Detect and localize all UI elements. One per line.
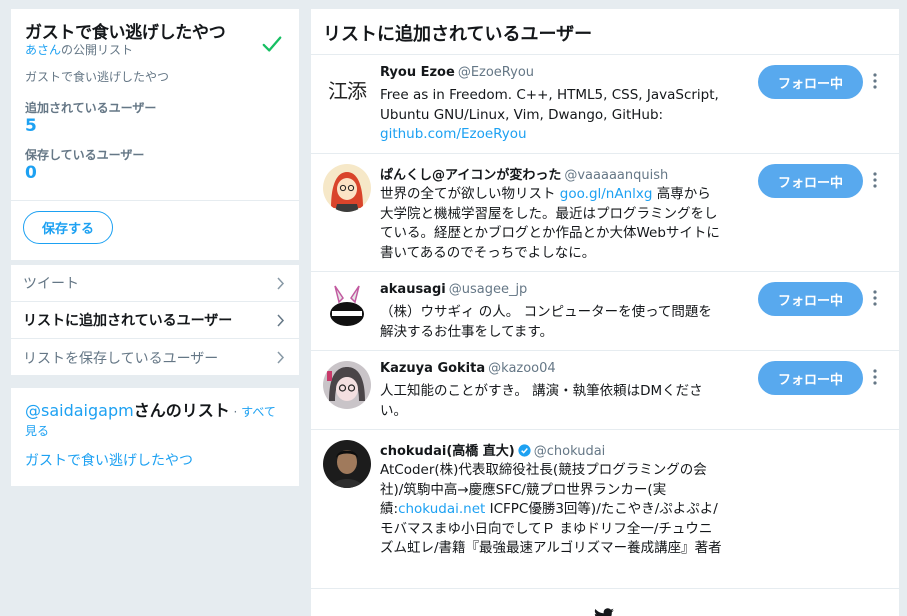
user-header: ぱんくし@アイコンが変わった @vaaaaanquish: [380, 164, 668, 183]
more-options-icon[interactable]: [867, 170, 883, 190]
user-header: akausagi @usagee_jp: [380, 282, 527, 297]
user-handle[interactable]: @kazoo04: [488, 361, 556, 376]
bio-link[interactable]: chokudai.net: [398, 501, 485, 517]
user-name[interactable]: chokudai(高橋 直大): [380, 444, 515, 459]
subscribers-label[interactable]: 保存しているユーザー: [25, 146, 144, 163]
more-options-icon[interactable]: [867, 367, 883, 387]
nav-item-label: リストに追加されているユーザー: [23, 313, 233, 329]
user-name[interactable]: Ryou Ezoe: [380, 65, 455, 80]
user-bio: 人工知能のことがすき。 講演・執筆依頼はDMください。: [380, 382, 722, 421]
avatar[interactable]: [323, 440, 371, 488]
avatar-illustration: [323, 164, 371, 212]
list-owner-suffix: の公開リスト: [61, 43, 134, 57]
user-handle[interactable]: @vaaaaanquish: [564, 168, 668, 183]
nav-item-tweets[interactable]: ツイート: [11, 265, 299, 302]
user-header: Ryou Ezoe @EzoeRyou: [380, 65, 534, 80]
list-owner: あさんの公開リスト: [25, 41, 133, 58]
divider: [11, 200, 299, 201]
bird-icon: [594, 608, 614, 616]
user-name[interactable]: ぱんくし@アイコンが変わった: [380, 168, 561, 183]
user-row[interactable]: chokudai(高橋 直大) @chokudai AtCoder(株)代表取締役…: [311, 430, 899, 589]
other-lists-card: @saidaigapmさんのリスト · すべて見る ガストで食い逃げしたやつ: [11, 388, 299, 486]
chevron-right-icon: [277, 314, 285, 327]
avatar-illustration: [323, 361, 371, 409]
check-icon: [262, 36, 282, 52]
list-description: ガストで食い逃げしたやつ: [25, 70, 170, 84]
user-bio: 世界の全てが欲しい物リスト goo.gl/nAnlxg 高専から大学院と機械学習…: [380, 185, 722, 263]
avatar[interactable]: 江添: [323, 65, 371, 113]
other-list-item[interactable]: ガストで食い逃げしたやつ: [25, 450, 193, 470]
user-header: Kazuya Gokita @kazoo04: [380, 361, 556, 376]
user-handle[interactable]: @usagee_jp: [449, 282, 528, 297]
owner-handle-link[interactable]: @saidaigapm: [25, 401, 134, 420]
verified-badge-icon: [518, 444, 531, 457]
nav-item-label: ツイート: [23, 276, 79, 292]
members-panel: リストに追加されているユーザー 江添 Ryou Ezoe @EzoeRyou Fr…: [311, 9, 899, 616]
chevron-right-icon: [277, 351, 285, 364]
more-options-icon[interactable]: [867, 71, 883, 91]
separator: ·: [229, 405, 242, 419]
nav-item-members[interactable]: リストに追加されているユーザー: [11, 302, 299, 339]
list-info-card: ガストで食い逃げしたやつ あさんの公開リスト ガストで食い逃げしたやつ 追加され…: [11, 9, 299, 260]
following-button[interactable]: フォロー中: [758, 282, 863, 316]
list-owner-link[interactable]: あさん: [25, 43, 61, 57]
other-lists-heading: @saidaigapmさんのリスト · すべて見る: [25, 402, 285, 440]
user-name[interactable]: Kazuya Gokita: [380, 361, 485, 376]
user-bio: Free as in Freedom. C++, HTML5, CSS, Jav…: [380, 86, 722, 145]
page-title: リストに追加されているユーザー: [323, 24, 593, 45]
user-row[interactable]: Kazuya Gokita @kazoo04 人工知能のことがすき。 講演・執筆依…: [311, 351, 899, 430]
avatar-text: 江添: [328, 78, 367, 103]
bio-text: Free as in Freedom. C++, HTML5, CSS, Jav…: [380, 87, 719, 123]
nav-item-label: リストを保存しているユーザー: [23, 350, 219, 367]
save-list-button[interactable]: 保存する: [23, 211, 113, 244]
following-button[interactable]: フォロー中: [758, 361, 863, 395]
user-row[interactable]: ぱんくし@アイコンが変わった @vaaaaanquish 世界の全てが欲しい物リス…: [311, 154, 899, 272]
bio-text: （株）ウサギィ の人。 コンピューターを使って問題を解決するお仕事をしてます。: [380, 304, 712, 340]
user-bio: AtCoder(株)代表取締役社長(競技プログラミングの会社)/筑駒中高→慶應S…: [380, 461, 722, 559]
user-row[interactable]: akausagi @usagee_jp （株）ウサギィ の人。 コンピューターを使…: [311, 272, 899, 351]
user-row[interactable]: 江添 Ryou Ezoe @EzoeRyou Free as in Freedom…: [311, 55, 899, 154]
user-header: chokudai(高橋 直大) @chokudai: [380, 440, 605, 459]
members-label[interactable]: 追加されているユーザー: [25, 99, 156, 116]
avatar-illustration: [323, 282, 371, 330]
user-handle[interactable]: @chokudai: [534, 444, 606, 459]
avatar[interactable]: [323, 164, 371, 212]
bio-link[interactable]: goo.gl/nAnlxg: [560, 186, 653, 202]
following-button[interactable]: フォロー中: [758, 164, 863, 198]
following-button[interactable]: フォロー中: [758, 65, 863, 99]
bio-text: 人工知能のことがすき。 講演・執筆依頼はDMください。: [380, 383, 703, 419]
list-nav: ツイート リストに追加されているユーザー リストを保存しているユーザー: [11, 265, 299, 375]
subscribers-count[interactable]: 0: [25, 163, 37, 183]
bio-text: 世界の全てが欲しい物リスト: [380, 186, 560, 202]
avatar-photo: [323, 440, 371, 488]
chevron-right-icon: [277, 277, 285, 290]
user-bio: （株）ウサギィ の人。 コンピューターを使って問題を解決するお仕事をしてます。: [380, 303, 722, 342]
nav-item-subscribers[interactable]: リストを保存しているユーザー: [11, 339, 299, 376]
user-name[interactable]: akausagi: [380, 282, 446, 297]
list-title: ガストで食い逃げしたやつ: [25, 23, 226, 43]
more-options-icon[interactable]: [867, 288, 883, 308]
other-lists-suffix: さんのリスト: [133, 401, 230, 420]
avatar[interactable]: [323, 361, 371, 409]
members-count[interactable]: 5: [25, 116, 37, 136]
user-handle[interactable]: @EzoeRyou: [458, 65, 534, 80]
avatar[interactable]: [323, 282, 371, 330]
bio-link[interactable]: github.com/EzoeRyou: [380, 126, 527, 142]
